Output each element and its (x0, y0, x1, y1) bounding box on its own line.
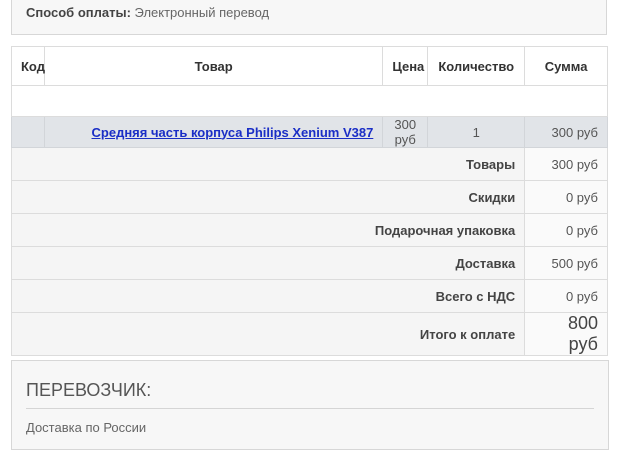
total-label: Всего с НДС (10, 279, 526, 313)
total-value: 500 руб (524, 246, 608, 280)
total-value: 0 руб (524, 180, 608, 214)
item-quantity: 1 (427, 116, 526, 148)
carrier-box: ПЕРЕВОЗЧИК: Доставка по России (11, 360, 609, 450)
total-row-gift-wrap: Подарочная упаковка 0 руб (10, 213, 608, 247)
total-label: Доставка (10, 246, 526, 280)
item-sum: 300 руб (524, 116, 608, 148)
product-link[interactable]: Средняя часть корпуса Philips Xenium V38… (92, 125, 374, 140)
header-price: Цена (382, 46, 429, 86)
spacer-row (11, 85, 608, 117)
table-row: Средняя часть корпуса Philips Xenium V38… (10, 116, 608, 148)
header-quantity: Количество (427, 46, 526, 86)
payment-method-label: Способ оплаты: (26, 5, 131, 20)
total-row-discounts: Скидки 0 руб (10, 180, 608, 214)
header-code: Код (10, 46, 46, 86)
total-label: Скидки (10, 180, 526, 214)
grand-total-row: Итого к оплате 800 руб (10, 312, 608, 356)
spacer-cell (11, 85, 608, 117)
item-code (10, 116, 46, 148)
total-value: 0 руб (524, 279, 608, 313)
item-name-cell: Средняя часть корпуса Philips Xenium V38… (44, 116, 384, 148)
total-label: Подарочная упаковка (10, 213, 526, 247)
payment-method-box: Способ оплаты: Электронный перевод (11, 0, 607, 35)
header-product: Товар (44, 46, 384, 86)
carrier-title: ПЕРЕВОЗЧИК: (26, 361, 594, 409)
table-header-row: Код Товар Цена Количество Сумма (10, 46, 608, 86)
header-sum: Сумма (524, 46, 608, 86)
total-value: 0 руб (524, 213, 608, 247)
total-row-goods: Товары 300 руб (10, 147, 608, 181)
total-row-shipping: Доставка 500 руб (10, 246, 608, 280)
item-price: 300 руб (382, 116, 429, 148)
payment-method-value: Электронный перевод (134, 5, 270, 20)
total-row-vat: Всего с НДС 0 руб (10, 279, 608, 313)
total-label: Товары (10, 147, 526, 181)
carrier-text: Доставка по России (26, 420, 147, 435)
order-table: Код Товар Цена Количество Сумма Средняя … (10, 46, 608, 356)
grand-total-label: Итого к оплате (10, 312, 526, 356)
total-value: 300 руб (524, 147, 608, 181)
grand-total-value: 800 руб (524, 312, 608, 356)
